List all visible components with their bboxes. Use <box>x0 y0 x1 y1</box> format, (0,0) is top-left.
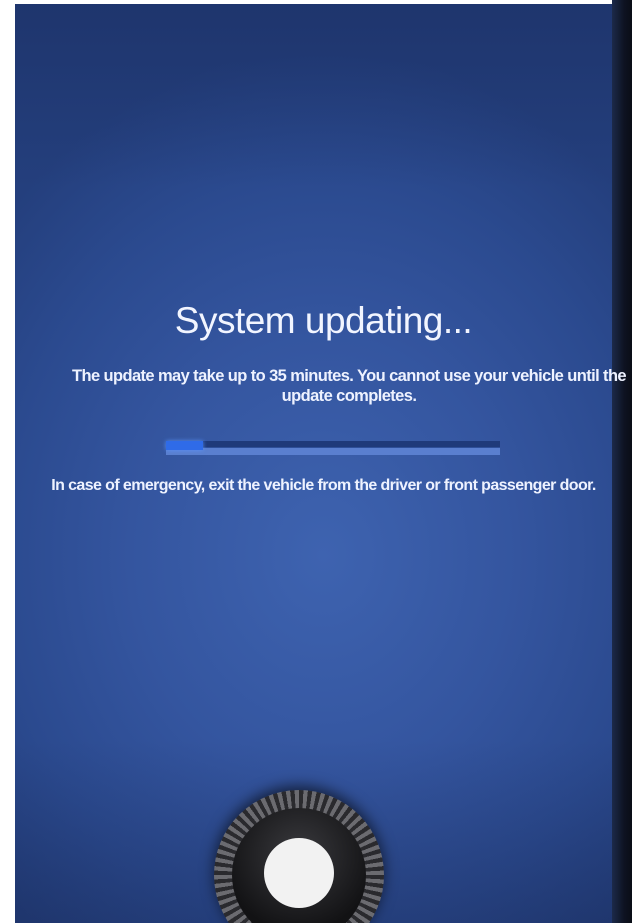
update-title: System updating... <box>174 300 473 341</box>
knob-center <box>264 838 334 908</box>
progress-track-bottom <box>166 447 500 455</box>
update-message-line-1: The update may take up to 35 minutes. Yo… <box>71 367 627 385</box>
screen-bezel <box>612 0 632 923</box>
update-progress-bar <box>166 437 500 459</box>
progress-fill <box>166 441 203 450</box>
infotainment-screen: System updating... The update may take u… <box>15 4 632 923</box>
update-message: The update may take up to 35 minutes. Yo… <box>29 366 632 406</box>
emergency-notice: In case of emergency, exit the vehicle f… <box>51 477 596 494</box>
photo-frame: System updating... The update may take u… <box>0 0 632 923</box>
update-message-line-2: update completes. <box>281 387 417 405</box>
